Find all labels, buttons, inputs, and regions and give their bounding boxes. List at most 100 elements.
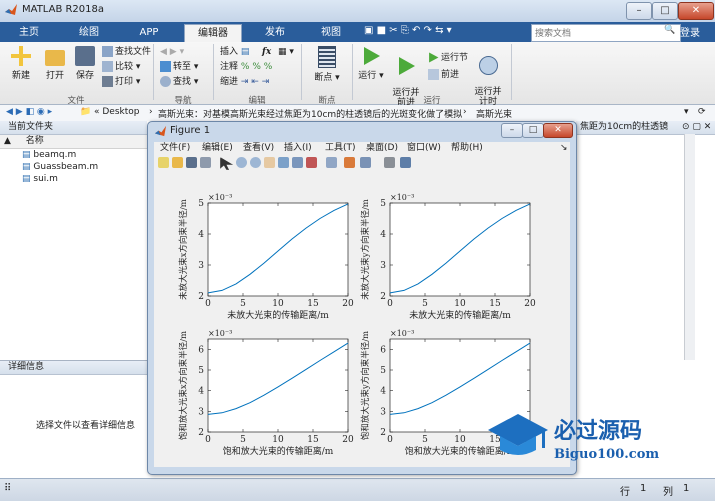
fx-button[interactable]: fx xyxy=(262,46,271,59)
editor-scrollbar[interactable] xyxy=(684,134,695,379)
breadcrumb-subfolder[interactable]: 高斯光束 xyxy=(476,107,512,120)
list-item[interactable]: ▤ Guassbeam.m xyxy=(0,161,147,173)
brush-icon[interactable] xyxy=(306,157,317,168)
list-item[interactable]: ▤ sui.m xyxy=(0,173,147,185)
maximize-button[interactable]: □ xyxy=(652,2,678,20)
breadcrumb-desktop[interactable]: « Desktop xyxy=(94,107,139,117)
advance-button[interactable]: 前进 xyxy=(428,69,459,82)
back-forward-nav-icon[interactable]: ◀ ▶ ◧ ◉ ▸ xyxy=(6,107,52,117)
watermark-cn: 必过源码 xyxy=(554,418,642,444)
open-icon[interactable] xyxy=(172,157,183,168)
tab-view[interactable]: 视图 xyxy=(306,24,356,42)
x-tick-label: 15 xyxy=(489,299,501,309)
tab-publish[interactable]: 发布 xyxy=(250,24,300,42)
search-docs-input[interactable] xyxy=(531,24,681,42)
insert-button[interactable]: 插入 ▤ xyxy=(220,46,249,59)
login-link[interactable]: 登录 xyxy=(680,24,700,39)
open-button[interactable]: 打开 xyxy=(40,46,70,81)
legend-icon[interactable] xyxy=(360,157,371,168)
quick-access-toolbar[interactable]: ▣ ■ ✂ ⎘ ↶ ↷ ⇆ ▾ xyxy=(364,25,452,36)
figure-maximize-button[interactable]: □ xyxy=(522,123,544,138)
search-icon[interactable]: 🔍 xyxy=(664,25,675,35)
menu-insert[interactable]: 插入(I) xyxy=(284,142,312,155)
axis-exponent-label: ×10⁻³ xyxy=(208,193,232,202)
x-tick-label: 20 xyxy=(342,299,354,309)
m-file-icon: ▤ xyxy=(22,174,31,184)
menu-window[interactable]: 窗口(W) xyxy=(407,142,441,155)
x-axis-label: 未放大光束的传输距离/m xyxy=(227,309,329,321)
pan-icon[interactable] xyxy=(264,157,275,168)
indent-icon: ⇥ ⇤ ⇥ xyxy=(240,77,270,87)
menu-help[interactable]: 帮助(H) xyxy=(451,142,483,155)
y-tick-label: 3 xyxy=(198,261,204,271)
menu-file[interactable]: 文件(F) xyxy=(160,142,190,155)
comment-button[interactable]: 注释 % % % xyxy=(220,61,272,74)
address-dropdown-icon[interactable]: ▾ xyxy=(684,107,689,117)
print-icon[interactable] xyxy=(200,157,211,168)
breadcrumb-separator: › xyxy=(463,107,467,117)
breakpoint-icon xyxy=(318,46,336,68)
row-label: 行 xyxy=(620,487,630,498)
x-tick-label: 10 xyxy=(272,299,284,309)
col-label: 列 xyxy=(663,487,673,498)
nav-back-forward[interactable]: ◀ ▶ ▾ xyxy=(160,46,184,59)
close-button[interactable]: ✕ xyxy=(678,2,714,20)
editor-tab-strip: 焦距为10cm的柱透镜 ⊙ ▢ ✕ xyxy=(576,121,715,135)
new-figure-icon[interactable] xyxy=(158,157,169,168)
menu-view[interactable]: 查看(V) xyxy=(243,142,274,155)
compare-button[interactable]: 比较 ▾ xyxy=(102,61,140,74)
figure-menu-bar: 文件(F) 编辑(E) 查看(V) 插入(I) 工具(T) 桌面(D) 窗口(W… xyxy=(154,142,570,155)
indent-button[interactable]: 缩进 ⇥ ⇤ ⇥ xyxy=(220,76,269,89)
ribbon: 新建 打开 保存 查找文件 比较 ▾ 打印 ▾ 文件 ◀ ▶ ▾ 转至 ▾ 查找… xyxy=(0,42,715,108)
breakpoints-button[interactable]: 断点 ▾ xyxy=(312,46,342,83)
figure-toolbar xyxy=(154,155,570,171)
breadcrumb-folder[interactable]: 高斯光束：对基模高斯光束经过焦距为10cm的柱透镜后的光斑变化做了模拟 xyxy=(158,107,462,120)
tab-plots[interactable]: 绘图 xyxy=(64,24,114,42)
rotate-icon[interactable] xyxy=(278,157,289,168)
hide-plot-tools-icon[interactable] xyxy=(384,157,395,168)
x-tick-label: 10 xyxy=(454,299,466,309)
details-header: 详细信息 xyxy=(0,361,147,375)
pointer-icon[interactable] xyxy=(220,157,233,170)
tab-editor[interactable]: 编辑器 xyxy=(184,24,242,43)
figure-minimize-button[interactable]: – xyxy=(501,123,523,138)
minimize-button[interactable]: – xyxy=(626,2,652,20)
watermark-url: Biguo100.com xyxy=(554,447,659,462)
tab-home[interactable]: 主页 xyxy=(4,24,54,42)
print-button[interactable]: 打印 ▾ xyxy=(102,76,140,89)
browse-icon[interactable]: ⟳ xyxy=(698,107,706,117)
data-cursor-icon[interactable] xyxy=(292,157,303,168)
tab-apps[interactable]: APP xyxy=(124,24,174,42)
list-item[interactable]: ▤ beamq.m xyxy=(0,149,147,161)
figure-close-button[interactable]: ✕ xyxy=(543,123,573,138)
folder-icon: 📁 xyxy=(80,107,92,117)
comment-icon: % xyxy=(240,62,250,72)
menu-desktop[interactable]: 桌面(D) xyxy=(366,142,398,155)
colorbar-icon[interactable] xyxy=(344,157,355,168)
find-button[interactable]: 查找 ▾ xyxy=(160,76,198,89)
link-icon[interactable] xyxy=(326,157,337,168)
save-icon[interactable] xyxy=(186,157,197,168)
undock-arrow-icon[interactable]: ↘ xyxy=(560,142,568,155)
find-files-button[interactable]: 查找文件 xyxy=(102,46,151,59)
run-button[interactable]: 运行 ▾ xyxy=(356,46,386,81)
name-column-header[interactable]: ▲ 名称 xyxy=(0,135,147,149)
y-tick-label: 2 xyxy=(380,428,386,438)
new-icon xyxy=(11,46,31,66)
new-button[interactable]: 新建 xyxy=(6,46,36,81)
menu-edit[interactable]: 编辑(E) xyxy=(202,142,233,155)
save-button[interactable]: 保存 xyxy=(70,46,100,81)
ribbon-separator xyxy=(213,44,214,100)
goto-button[interactable]: 转至 ▾ xyxy=(160,61,198,74)
cell-icon[interactable]: ▦ ▾ xyxy=(278,46,294,59)
details-panel: 详细信息 选择文件以查看详细信息 xyxy=(0,360,148,479)
zoom-out-icon[interactable] xyxy=(250,157,261,168)
details-hint: 选择文件以查看详细信息 xyxy=(36,421,136,431)
editor-tab-title[interactable]: 焦距为10cm的柱透镜 xyxy=(580,122,668,132)
menu-tools[interactable]: 工具(T) xyxy=(325,142,356,155)
zoom-in-icon[interactable] xyxy=(236,157,247,168)
editor-controls-icon[interactable]: ⊙ ▢ ✕ xyxy=(682,121,711,134)
run-section-button[interactable]: 运行节 xyxy=(428,52,468,65)
show-plot-tools-icon[interactable] xyxy=(400,157,411,168)
address-bar: ◀ ▶ ◧ ◉ ▸ 📁 « Desktop › 高斯光束：对基模高斯光束经过焦距… xyxy=(0,105,715,122)
